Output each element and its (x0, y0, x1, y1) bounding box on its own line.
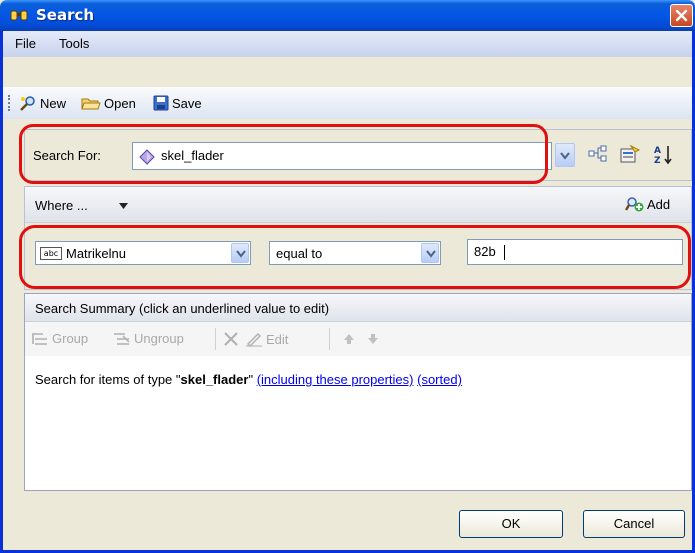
cancel-button[interactable]: Cancel (583, 510, 685, 538)
summary-suffix: " (248, 372, 257, 387)
menu-bar: File Tools (3, 31, 692, 57)
summary-toolbar: Group Ungroup Edit (25, 322, 691, 356)
where-header: Where ... Add (25, 187, 691, 223)
add-magnifier-icon (625, 197, 644, 212)
hierarchy-icon[interactable] (588, 145, 608, 166)
menu-file[interactable]: File (15, 36, 36, 51)
move-up-icon[interactable] (343, 333, 355, 345)
move-down-icon[interactable] (367, 333, 379, 345)
add-label: Add (647, 196, 671, 212)
delete-icon[interactable] (223, 331, 239, 347)
open-button[interactable]: Open (81, 93, 136, 113)
title-bar: Search (0, 0, 695, 31)
properties-icon[interactable] (619, 144, 641, 167)
open-label: Open (104, 95, 136, 111)
sort-az-icon[interactable]: A Z (653, 143, 675, 168)
edit-button[interactable]: Edit (245, 331, 288, 347)
chevron-down-icon[interactable] (119, 203, 128, 209)
summary-type-name[interactable]: skel_flader (181, 372, 249, 387)
chevron-down-icon (560, 152, 570, 160)
search-for-dropdown-button[interactable] (555, 143, 575, 167)
svg-text:Z: Z (654, 156, 661, 165)
group-label: Group (52, 331, 89, 346)
group-icon (32, 332, 47, 345)
save-disk-icon (153, 95, 169, 111)
summary-panel: Search Summary (click an underlined valu… (24, 293, 692, 491)
new-button[interactable]: New (19, 93, 66, 113)
open-folder-icon (81, 98, 101, 110)
ok-button[interactable]: OK (459, 510, 563, 538)
toolbar: New Open Save (3, 87, 692, 119)
close-button[interactable] (670, 4, 693, 27)
properties-link[interactable]: (including these properties) (257, 372, 414, 387)
ungroup-label: Ungroup (134, 331, 184, 346)
toolbar-divider (329, 328, 330, 350)
toolbar-divider (215, 328, 216, 350)
summary-prefix: Search for items of type " (35, 372, 181, 387)
toolbar-grip[interactable] (8, 95, 11, 111)
new-label: New (40, 95, 67, 111)
group-button[interactable]: Group (31, 331, 88, 346)
sorted-link[interactable]: (sorted) (417, 372, 462, 387)
save-button[interactable]: Save (153, 93, 202, 113)
window-title: Search (36, 6, 95, 24)
summary-text: Search for items of type "skel_flader" (… (35, 372, 462, 387)
close-icon (675, 9, 688, 22)
svg-text:A: A (654, 146, 661, 156)
where-menu-label[interactable]: Where ... (35, 198, 88, 213)
add-criteria-button[interactable]: Add (625, 196, 670, 212)
summary-header-text: Search Summary (click an underlined valu… (35, 301, 330, 316)
ungroup-icon (114, 332, 130, 345)
menu-tools[interactable]: Tools (59, 36, 89, 51)
highlight-criteria-row (19, 225, 691, 289)
summary-header: Search Summary (click an underlined valu… (25, 294, 691, 322)
save-label: Save (172, 95, 202, 111)
highlight-search-for (19, 124, 548, 184)
binoculars-icon (10, 8, 30, 22)
edit-pencil-icon (246, 333, 262, 347)
edit-label: Edit (266, 331, 289, 347)
ungroup-button[interactable]: Ungroup (113, 331, 184, 346)
new-search-icon (20, 96, 35, 111)
